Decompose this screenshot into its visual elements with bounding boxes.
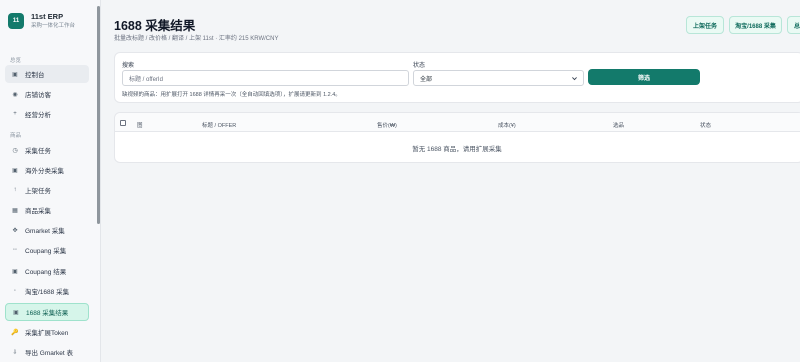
brand-title: 11st ERP (31, 12, 64, 21)
dashboard-icon: ▣ (12, 71, 18, 78)
sidebar-item-label: 商品采集 (25, 208, 51, 215)
sidebar-item-label: Coupang 采集 (25, 248, 67, 255)
section-label-products: 商品 (10, 133, 22, 139)
sidebar-item-label: 店铺访客 (25, 92, 51, 99)
sidebar-item-label: 1688 采集结果 (26, 310, 69, 317)
video-hint-text: 缺视频的商品：用扩展打开 1688 详情再采一次（全自动回填选项），扩展请更新到… (122, 92, 341, 98)
sidebar-item-label: 淘宝/1688 采集 (25, 289, 70, 296)
brand-logo: 11 (8, 13, 24, 29)
key-icon: 🔑 (11, 329, 19, 336)
sidebar-item-extension-token[interactable]: 🔑 采集扩展Token (5, 323, 89, 341)
taobao-1688-collect-button[interactable]: 淘宝/1688 采集 (729, 16, 782, 34)
link-icon: ◦◦ (12, 247, 18, 253)
visitors-icon: ◉ (12, 91, 18, 98)
search-input[interactable]: 标题 / offerId (122, 70, 409, 86)
column-header-cost[interactable]: 成本(¥) (498, 121, 516, 129)
status-label: 状态 (413, 63, 426, 69)
grid-icon: ▦ (12, 207, 18, 214)
sidebar-scrollbar[interactable] (97, 6, 100, 224)
page-title: 1688 采集结果 (114, 19, 196, 33)
category-icon: ▣ (12, 167, 18, 174)
sidebar-item-label: 上架任务 (25, 188, 51, 195)
sidebar-item-1688-results[interactable]: ▣ 1688 采集结果 (5, 303, 89, 321)
sidebar-item-dashboard[interactable]: ▣ 控制台 (5, 65, 89, 83)
sidebar-item-coupang-results[interactable]: ▣ Coupang 结果 (5, 262, 89, 280)
section-label-overview: 总览 (10, 58, 22, 64)
sidebar-item-product-collect[interactable]: ▦ 商品采集 (5, 201, 89, 219)
column-header-title-offer[interactable]: 标题 / OFFER (202, 121, 236, 129)
arrow-up-icon: ↑ (13, 187, 17, 193)
sidebar-item-listing-tasks[interactable]: ↑ 上架任务 (5, 181, 89, 199)
status-select-value: 全部 (420, 76, 433, 83)
results-icon: ▣ (12, 268, 18, 275)
sidebar-item-label: Coupang 结果 (25, 269, 67, 276)
listing-tasks-button[interactable]: 上架任务 (686, 16, 724, 34)
brand-subtitle: 采购一体化工作台 (31, 23, 76, 29)
sidebar-item-collect-tasks[interactable]: ◷ 采集任务 (5, 141, 89, 159)
chevron-down-icon (572, 77, 577, 81)
column-header-selection[interactable]: 选品 (613, 121, 624, 129)
column-header-image: 图 (137, 123, 143, 129)
sidebar-item-gmarket-collect[interactable]: ✥ Gmarket 采集 (5, 221, 89, 239)
filter-card: 搜索 标题 / offerId 状态 全部 筛选 缺视频的商品：用扩展打开 16… (114, 52, 800, 103)
column-header-price[interactable]: 售价(₩) (377, 121, 397, 129)
download-icon: ⇩ (12, 349, 18, 356)
sidebar-item-label: 采集任务 (25, 148, 51, 155)
sidebar-item-overseas-category[interactable]: ▣ 海外分类采集 (5, 161, 89, 179)
sidebar-item-store-visitors[interactable]: ◉ 店铺访客 (5, 85, 89, 103)
column-header-status[interactable]: 状态 (700, 121, 711, 129)
sidebar-item-coupang-collect[interactable]: ◦◦ Coupang 采集 (5, 241, 89, 259)
sparkle-icon: ✥ (12, 227, 18, 234)
overview-button[interactable]: 总 (787, 16, 800, 34)
sidebar-item-business-analysis[interactable]: + 经营分析 (5, 105, 89, 123)
sidebar-item-label: 经营分析 (25, 112, 51, 119)
filter-button[interactable]: 筛选 (588, 69, 700, 85)
sidebar-item-label: 控制台 (25, 72, 45, 79)
select-all-checkbox[interactable] (120, 120, 126, 126)
sidebar-item-label: 海外分类采集 (25, 168, 64, 175)
sidebar-item-label: 导出 Gmarket 表 (25, 350, 74, 357)
sidebar-item-label: 采集扩展Token (25, 330, 69, 337)
sidebar-item-label: Gmarket 采集 (25, 228, 65, 235)
status-select[interactable]: 全部 (413, 70, 584, 86)
clock-icon: ◷ (12, 147, 18, 154)
dot-icon: ◦ (13, 288, 17, 294)
search-label: 搜索 (122, 63, 135, 69)
empty-state-text: 暂无 1688 商品，请用扩展采集 (412, 146, 502, 153)
analysis-icon: + (13, 111, 17, 117)
results-table (114, 112, 800, 163)
results-icon: ▣ (13, 309, 19, 316)
sidebar-item-taobao-1688-collect[interactable]: ◦ 淘宝/1688 采集 (5, 282, 89, 300)
brand[interactable]: 11 11st ERP 采购一体化工作台 (8, 12, 75, 30)
sidebar: 11 11st ERP 采购一体化工作台 总览 ▣ 控制台 ◉ 店铺访客 + 经营分析… (0, 0, 101, 362)
sidebar-item-export-gmarket[interactable]: ⇩ 导出 Gmarket 表 (5, 343, 89, 361)
page-subtitle: 批量改标题 / 改价格 / 翻译 / 上架 11st · 汇率约 215 KRW… (114, 36, 279, 42)
